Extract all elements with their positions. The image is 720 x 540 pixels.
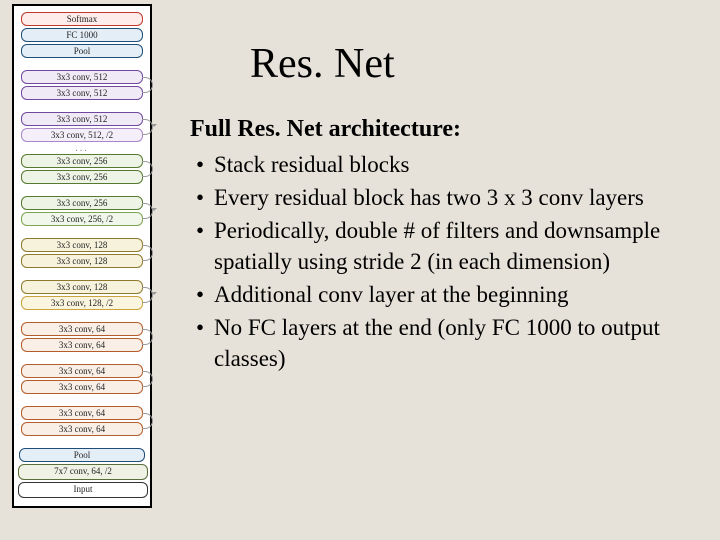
dots-icon: ... — [75, 143, 89, 154]
group-separator — [18, 228, 146, 236]
layer-conv256: 3x3 conv, 256 — [21, 196, 143, 210]
layer-conv256-stride: 3x3 conv, 256, /2 — [21, 212, 143, 226]
bullet-list: Stack residual blocks Every residual blo… — [190, 149, 700, 374]
residual-block-512: 3x3 conv, 512 3x3 conv, 512 — [18, 70, 146, 100]
bullet-item: Every residual block has two 3 x 3 conv … — [190, 182, 700, 213]
residual-block-256: 3x3 conv, 256 3x3 conv, 256 — [18, 154, 146, 184]
group-separator — [18, 60, 146, 68]
layer-conv128-stride: 3x3 conv, 128, /2 — [21, 296, 143, 310]
subheading: Full Res. Net architecture: — [190, 116, 700, 143]
residual-block-512: 3x3 conv, 512 3x3 conv, 512, /2 — [18, 112, 146, 142]
residual-block-64: 3x3 conv, 64 3x3 conv, 64 — [18, 406, 146, 436]
text-column: Res. Net Full Res. Net architecture: Sta… — [190, 40, 700, 376]
layer-conv7x7: 7x7 conv, 64, /2 — [18, 464, 148, 480]
bullet-item: Periodically, double # of filters and do… — [190, 215, 700, 277]
bullet-item: Additional conv layer at the beginning — [190, 279, 700, 310]
residual-block-128: 3x3 conv, 128 3x3 conv, 128, /2 — [18, 280, 146, 310]
layer-input: Input — [18, 482, 148, 498]
page-title: Res. Net — [250, 40, 700, 88]
skip-connection-down — [142, 119, 153, 135]
residual-block-256: 3x3 conv, 256 3x3 conv, 256, /2 — [18, 196, 146, 226]
layer-conv512: 3x3 conv, 512 — [21, 70, 143, 84]
group-separator — [18, 396, 146, 404]
group-separator — [18, 270, 146, 278]
layer-conv128: 3x3 conv, 128 — [21, 280, 143, 294]
layer-conv64: 3x3 conv, 64 — [21, 338, 143, 352]
skip-connection-down — [142, 203, 153, 219]
ellipsis-gap: ... — [18, 144, 146, 152]
resnet-diagram: Softmax FC 1000 Pool 3x3 conv, 512 3x3 c… — [12, 4, 152, 508]
layer-conv512-stride: 3x3 conv, 512, /2 — [21, 128, 143, 142]
skip-connection — [142, 77, 153, 93]
skip-connection — [142, 371, 153, 387]
bullet-item: Stack residual blocks — [190, 149, 700, 180]
residual-block-128: 3x3 conv, 128 3x3 conv, 128 — [18, 238, 146, 268]
layer-pool-top: Pool — [21, 44, 143, 58]
layer-conv64: 3x3 conv, 64 — [21, 380, 143, 394]
group-separator — [18, 102, 146, 110]
layer-conv256: 3x3 conv, 256 — [21, 170, 143, 184]
residual-block-64: 3x3 conv, 64 3x3 conv, 64 — [18, 364, 146, 394]
layer-pool-bottom: Pool — [19, 448, 145, 462]
group-separator — [18, 438, 146, 446]
layer-conv512: 3x3 conv, 512 — [21, 112, 143, 126]
layer-conv64: 3x3 conv, 64 — [21, 406, 143, 420]
layer-conv64: 3x3 conv, 64 — [21, 322, 143, 336]
layer-softmax: Softmax — [21, 12, 143, 26]
skip-connection — [142, 413, 153, 429]
skip-connection — [142, 161, 153, 177]
layer-conv64: 3x3 conv, 64 — [21, 422, 143, 436]
group-separator — [18, 186, 146, 194]
layer-conv512: 3x3 conv, 512 — [21, 86, 143, 100]
layer-conv128: 3x3 conv, 128 — [21, 254, 143, 268]
bullet-item: No FC layers at the end (only FC 1000 to… — [190, 312, 700, 374]
residual-block-64: 3x3 conv, 64 3x3 conv, 64 — [18, 322, 146, 352]
skip-connection — [142, 245, 153, 261]
skip-connection-down — [142, 287, 153, 303]
group-separator — [18, 312, 146, 320]
group-separator — [18, 354, 146, 362]
layer-fc1000: FC 1000 — [21, 28, 143, 42]
layer-conv64: 3x3 conv, 64 — [21, 364, 143, 378]
layer-conv128: 3x3 conv, 128 — [21, 238, 143, 252]
skip-connection — [142, 329, 153, 345]
layer-conv256: 3x3 conv, 256 — [21, 154, 143, 168]
